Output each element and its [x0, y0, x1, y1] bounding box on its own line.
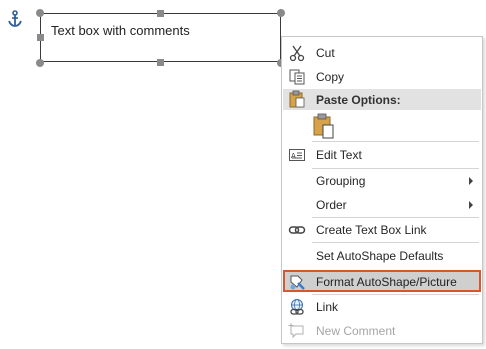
menu-item-create-text-box-link[interactable]: Create Text Box Link — [283, 218, 481, 242]
menu-label: Create Text Box Link — [316, 223, 427, 237]
menu-item-copy[interactable]: Copy — [283, 65, 481, 89]
menu-label: Set AutoShape Defaults — [316, 249, 444, 263]
resize-handle[interactable] — [37, 34, 44, 41]
resize-handle[interactable] — [36, 9, 44, 17]
menu-label: Edit Text — [316, 148, 362, 162]
menu-item-cut[interactable]: Cut — [283, 41, 481, 65]
text-box[interactable]: Text box with comments — [40, 13, 281, 62]
paste-icon — [289, 90, 305, 108]
resize-handle[interactable] — [157, 10, 164, 17]
menu-item-new-comment[interactable]: New Comment — [283, 319, 481, 343]
anchor-icon — [8, 10, 22, 27]
menu-item-order[interactable]: Order — [283, 193, 481, 217]
submenu-arrow-icon — [469, 177, 473, 185]
menu-label: Cut — [316, 46, 335, 60]
resize-handle[interactable] — [36, 59, 44, 67]
menu-item-link[interactable]: Link — [283, 295, 481, 319]
text-box-content[interactable]: Text box with comments — [51, 23, 190, 38]
menu-label: Format AutoShape/Picture — [316, 275, 457, 289]
format-shape-icon — [290, 275, 305, 290]
menu-label: New Comment — [316, 324, 396, 338]
context-menu: Cut Copy Paste Options: A Edit Text Grou… — [281, 36, 483, 344]
paste-options-label: Paste Options: — [316, 93, 401, 107]
svg-text:A: A — [291, 152, 296, 160]
menu-label: Link — [316, 300, 339, 314]
paste-keep-text-icon[interactable] — [313, 113, 335, 139]
resize-handle[interactable] — [277, 9, 285, 17]
menu-label: Order — [316, 198, 347, 212]
resize-handle[interactable] — [157, 59, 164, 66]
menu-item-grouping[interactable]: Grouping — [283, 169, 481, 193]
new-comment-icon — [288, 323, 304, 339]
menu-label: Copy — [316, 70, 345, 84]
menu-item-format-autoshape-picture[interactable]: Format AutoShape/Picture — [283, 270, 481, 292]
submenu-arrow-icon — [469, 201, 473, 209]
edit-text-icon: A — [289, 149, 305, 161]
menu-separator — [312, 242, 479, 243]
chain-link-icon — [288, 226, 306, 234]
menu-label: Grouping — [316, 174, 366, 188]
scissors-icon — [289, 45, 305, 62]
menu-item-edit-text[interactable]: A Edit Text — [283, 143, 481, 167]
hyperlink-icon — [290, 299, 304, 315]
copy-icon — [289, 69, 305, 85]
menu-item-set-autoshape-defaults[interactable]: Set AutoShape Defaults — [283, 244, 481, 268]
menu-separator — [312, 141, 479, 142]
paste-options-header: Paste Options: — [283, 89, 481, 110]
